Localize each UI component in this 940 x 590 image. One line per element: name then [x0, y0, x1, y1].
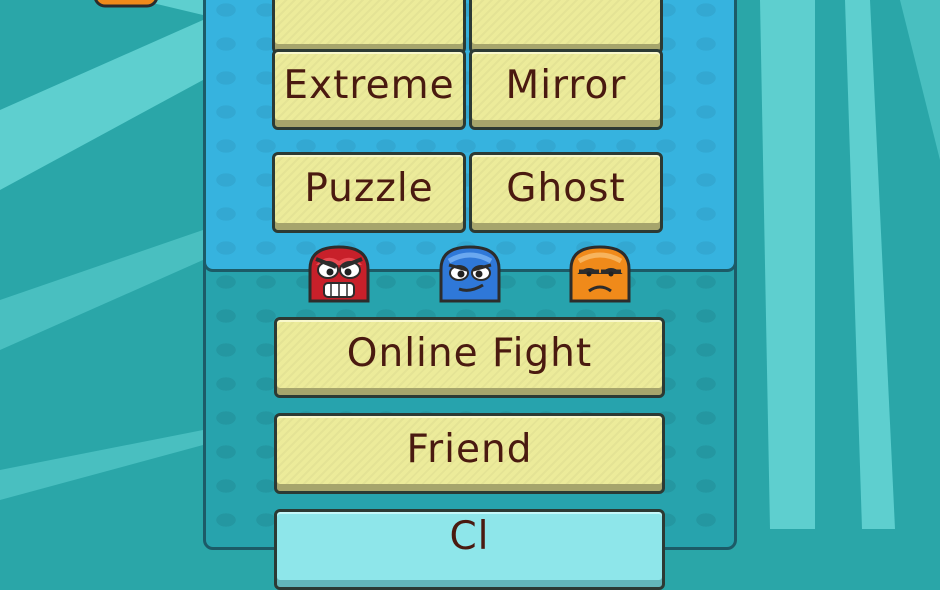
bottom-menu-button[interactable]: Cl [274, 509, 665, 590]
top-right-mode-button[interactable] [469, 0, 663, 54]
blue-smirk-blob-icon [437, 243, 503, 309]
ghost-button[interactable]: Ghost [469, 152, 663, 233]
red-angry-blob-icon [306, 243, 372, 309]
orange-character-peek [93, 0, 159, 10]
orange-grumpy-blob-icon [567, 243, 633, 309]
online-fight-button[interactable]: Online Fight [274, 317, 665, 398]
friend-button[interactable]: Friend [274, 413, 665, 494]
mirror-button[interactable]: Mirror [469, 49, 663, 130]
puzzle-button[interactable]: Puzzle [272, 152, 466, 233]
extreme-button[interactable]: Extreme [272, 49, 466, 130]
top-left-mode-button[interactable] [272, 0, 466, 54]
